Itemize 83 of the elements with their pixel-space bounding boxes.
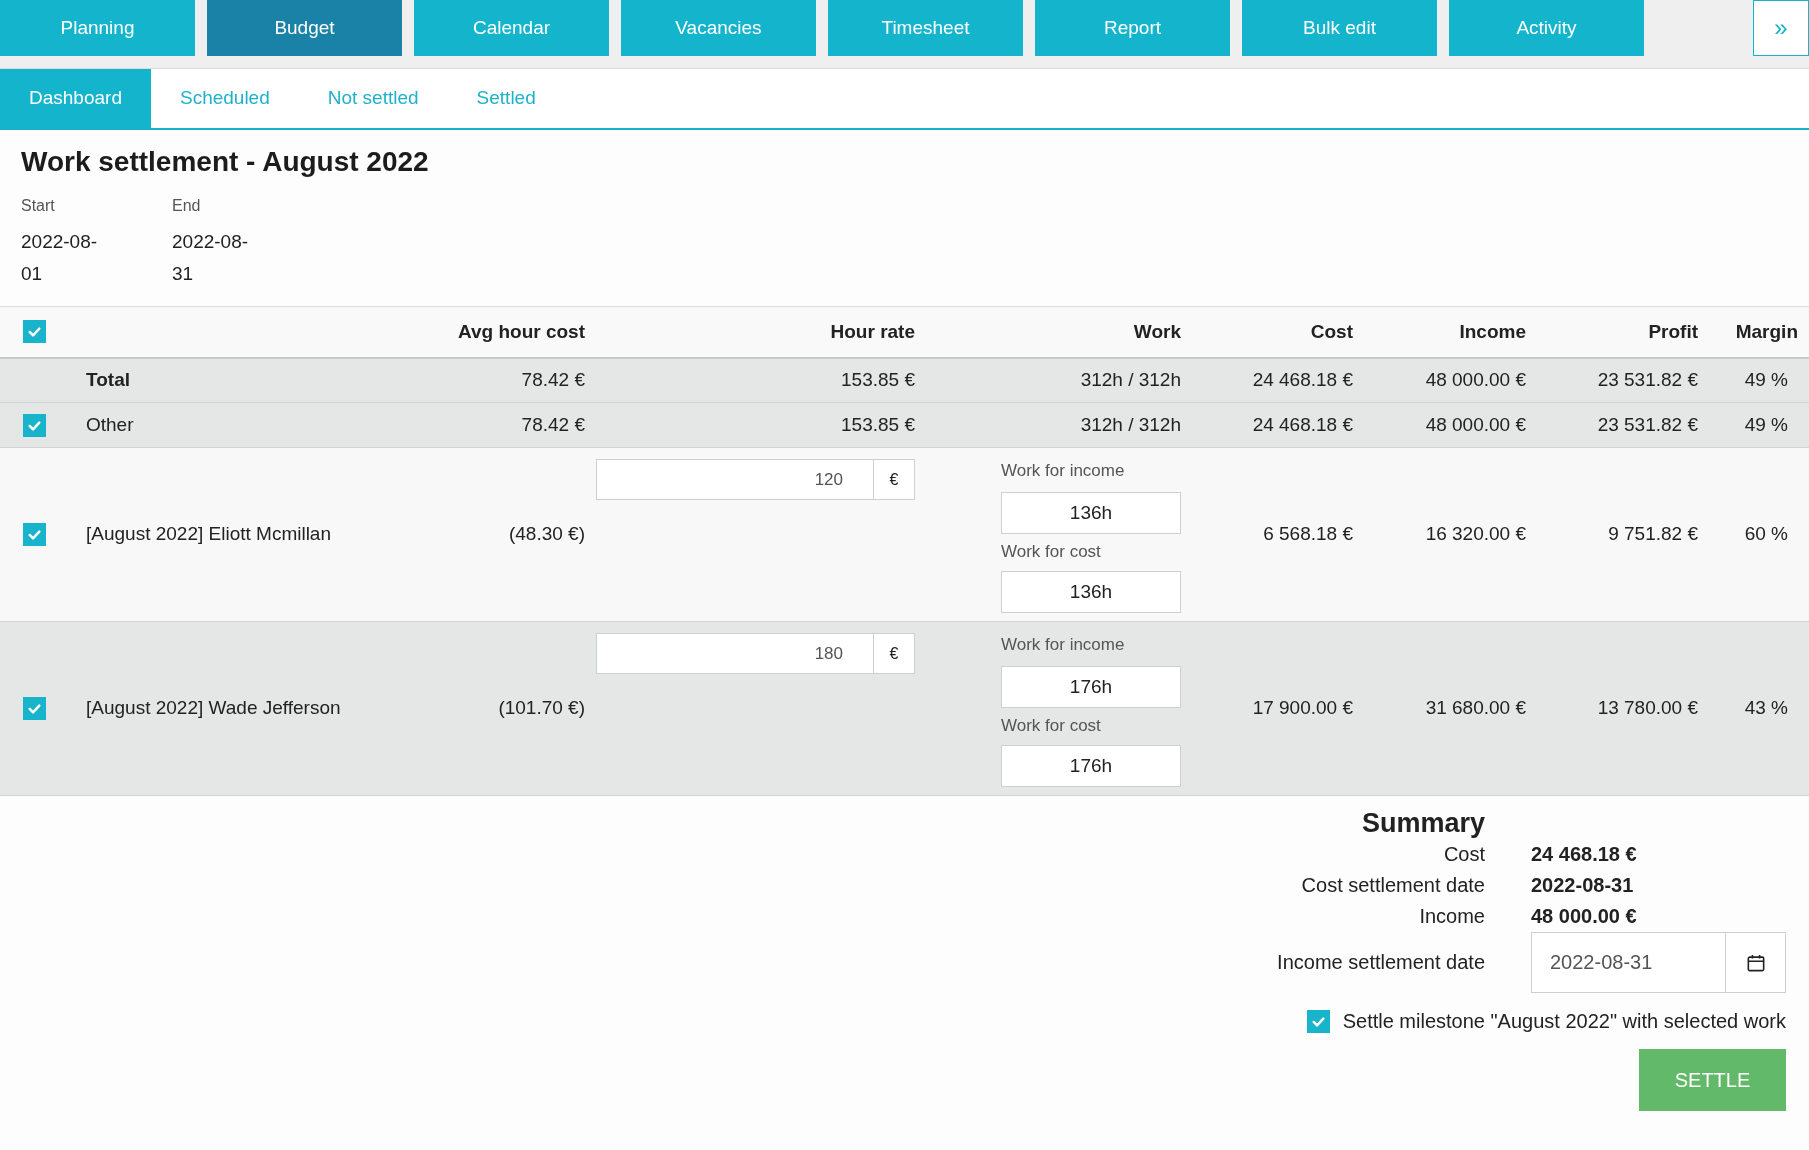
summary-value: 24 468.18 € bbox=[1531, 842, 1638, 867]
table-cell: Other bbox=[75, 402, 390, 448]
table-cell: 49 % bbox=[1709, 357, 1809, 403]
table-cell: 6 568.18 € bbox=[1192, 447, 1364, 622]
field-label: Work for cost bbox=[1001, 541, 1102, 563]
column-header: Hour rate bbox=[596, 306, 926, 358]
summary-value: 48 000.00 € bbox=[1531, 904, 1638, 929]
date-field[interactable]: 2022-08-31 bbox=[1531, 932, 1725, 993]
summary-label: Cost bbox=[1442, 842, 1485, 867]
nav-tab[interactable]: Bulk edit bbox=[1242, 0, 1437, 56]
summary-label: Cost settlement date bbox=[1300, 873, 1485, 898]
hours-field[interactable]: 176h bbox=[1001, 745, 1181, 787]
table-cell: 16 320.00 € bbox=[1364, 447, 1537, 622]
table-cell: 23 531.82 € bbox=[1537, 402, 1709, 448]
column-header: Cost bbox=[1192, 306, 1364, 358]
summary-label: Income settlement date bbox=[1277, 950, 1485, 975]
hours-field[interactable]: 176h bbox=[1001, 666, 1181, 708]
table-cell: 48 000.00 € bbox=[1364, 402, 1537, 448]
nav-tab[interactable]: Planning bbox=[0, 0, 195, 56]
nav-tab[interactable]: Budget bbox=[207, 0, 402, 56]
table-cell: 312h / 312h bbox=[926, 357, 1192, 403]
field-label: Work for income bbox=[1001, 634, 1126, 656]
rate-field[interactable]: 180 bbox=[596, 633, 873, 674]
field-label: Start bbox=[21, 196, 56, 216]
column-header: Margin bbox=[1709, 306, 1809, 358]
table-cell: 24 468.18 € bbox=[1192, 402, 1364, 448]
table-cell: 60 % bbox=[1709, 447, 1809, 622]
table-cell: (101.70 €) bbox=[390, 621, 596, 796]
table-cell: 78.42 € bbox=[390, 357, 596, 403]
field-label: Work for income bbox=[1001, 460, 1126, 482]
expand-button[interactable]: » bbox=[1753, 0, 1809, 56]
currency-addon: € bbox=[873, 459, 915, 500]
nav-tab[interactable]: Vacancies bbox=[621, 0, 816, 56]
settle-button[interactable]: SETTLE bbox=[1639, 1049, 1786, 1111]
column-header: Avg hour cost bbox=[390, 306, 596, 358]
checkbox[interactable] bbox=[23, 413, 46, 437]
sub-tab[interactable]: Not settled bbox=[298, 69, 448, 128]
summary-title: Summary bbox=[1360, 807, 1485, 839]
field-label: Work for cost bbox=[1001, 715, 1102, 737]
nav-tab[interactable]: Report bbox=[1035, 0, 1230, 56]
table-cell: 23 531.82 € bbox=[1537, 357, 1709, 403]
column-header: Profit bbox=[1537, 306, 1709, 358]
checkbox[interactable] bbox=[23, 697, 46, 720]
nav-tab[interactable]: Calendar bbox=[414, 0, 609, 56]
rate-field[interactable]: 120 bbox=[596, 459, 873, 500]
table-cell: 312h / 312h bbox=[926, 402, 1192, 448]
sub-tab[interactable]: Scheduled bbox=[150, 69, 299, 128]
table-cell: [August 2022] Eliott Mcmillan bbox=[75, 447, 390, 622]
table-cell: 17 900.00 € bbox=[1192, 621, 1364, 796]
table-cell: 78.42 € bbox=[390, 402, 596, 448]
hours-field[interactable]: 136h bbox=[1001, 492, 1181, 534]
table-cell: Total bbox=[75, 357, 390, 403]
sub-tab[interactable]: Settled bbox=[447, 69, 565, 128]
checkbox[interactable] bbox=[23, 320, 46, 344]
nav-tab[interactable]: Activity bbox=[1449, 0, 1644, 56]
table-cell: 49 % bbox=[1709, 402, 1809, 448]
currency-addon: € bbox=[873, 633, 915, 674]
table-cell: 24 468.18 € bbox=[1192, 357, 1364, 403]
table-cell: 43 % bbox=[1709, 621, 1809, 796]
field-label: End bbox=[172, 196, 202, 216]
summary-value: 2022-08-31 bbox=[1531, 873, 1635, 898]
table-cell: 31 680.00 € bbox=[1364, 621, 1537, 796]
calendar-icon bbox=[1746, 953, 1765, 972]
table-cell: 153.85 € bbox=[596, 402, 926, 448]
table-cell: [August 2022] Wade Jefferson bbox=[75, 621, 390, 796]
date-value: 2022-08-31 bbox=[172, 230, 250, 286]
checkbox[interactable] bbox=[1306, 1009, 1330, 1033]
table-cell: 9 751.82 € bbox=[1537, 447, 1709, 622]
column-header: Income bbox=[1364, 306, 1537, 358]
column-header: Work bbox=[926, 306, 1192, 358]
calendar-button[interactable] bbox=[1725, 932, 1786, 993]
nav-tab[interactable]: Timesheet bbox=[828, 0, 1023, 56]
table-cell: 153.85 € bbox=[596, 357, 926, 403]
table-cell: 13 780.00 € bbox=[1537, 621, 1709, 796]
table-cell: 48 000.00 € bbox=[1364, 357, 1537, 403]
sub-tab[interactable]: Dashboard bbox=[0, 69, 151, 128]
page-title: Work settlement - August 2022 bbox=[21, 145, 430, 179]
hours-field[interactable]: 136h bbox=[1001, 571, 1181, 613]
checkbox-label: Settle milestone "August 2022" with selected work bbox=[1342, 1009, 1786, 1034]
summary-label: Income bbox=[1418, 904, 1485, 929]
date-value: 2022-08-01 bbox=[21, 230, 99, 286]
checkbox[interactable] bbox=[23, 523, 46, 546]
table-cell: (48.30 €) bbox=[390, 447, 596, 622]
